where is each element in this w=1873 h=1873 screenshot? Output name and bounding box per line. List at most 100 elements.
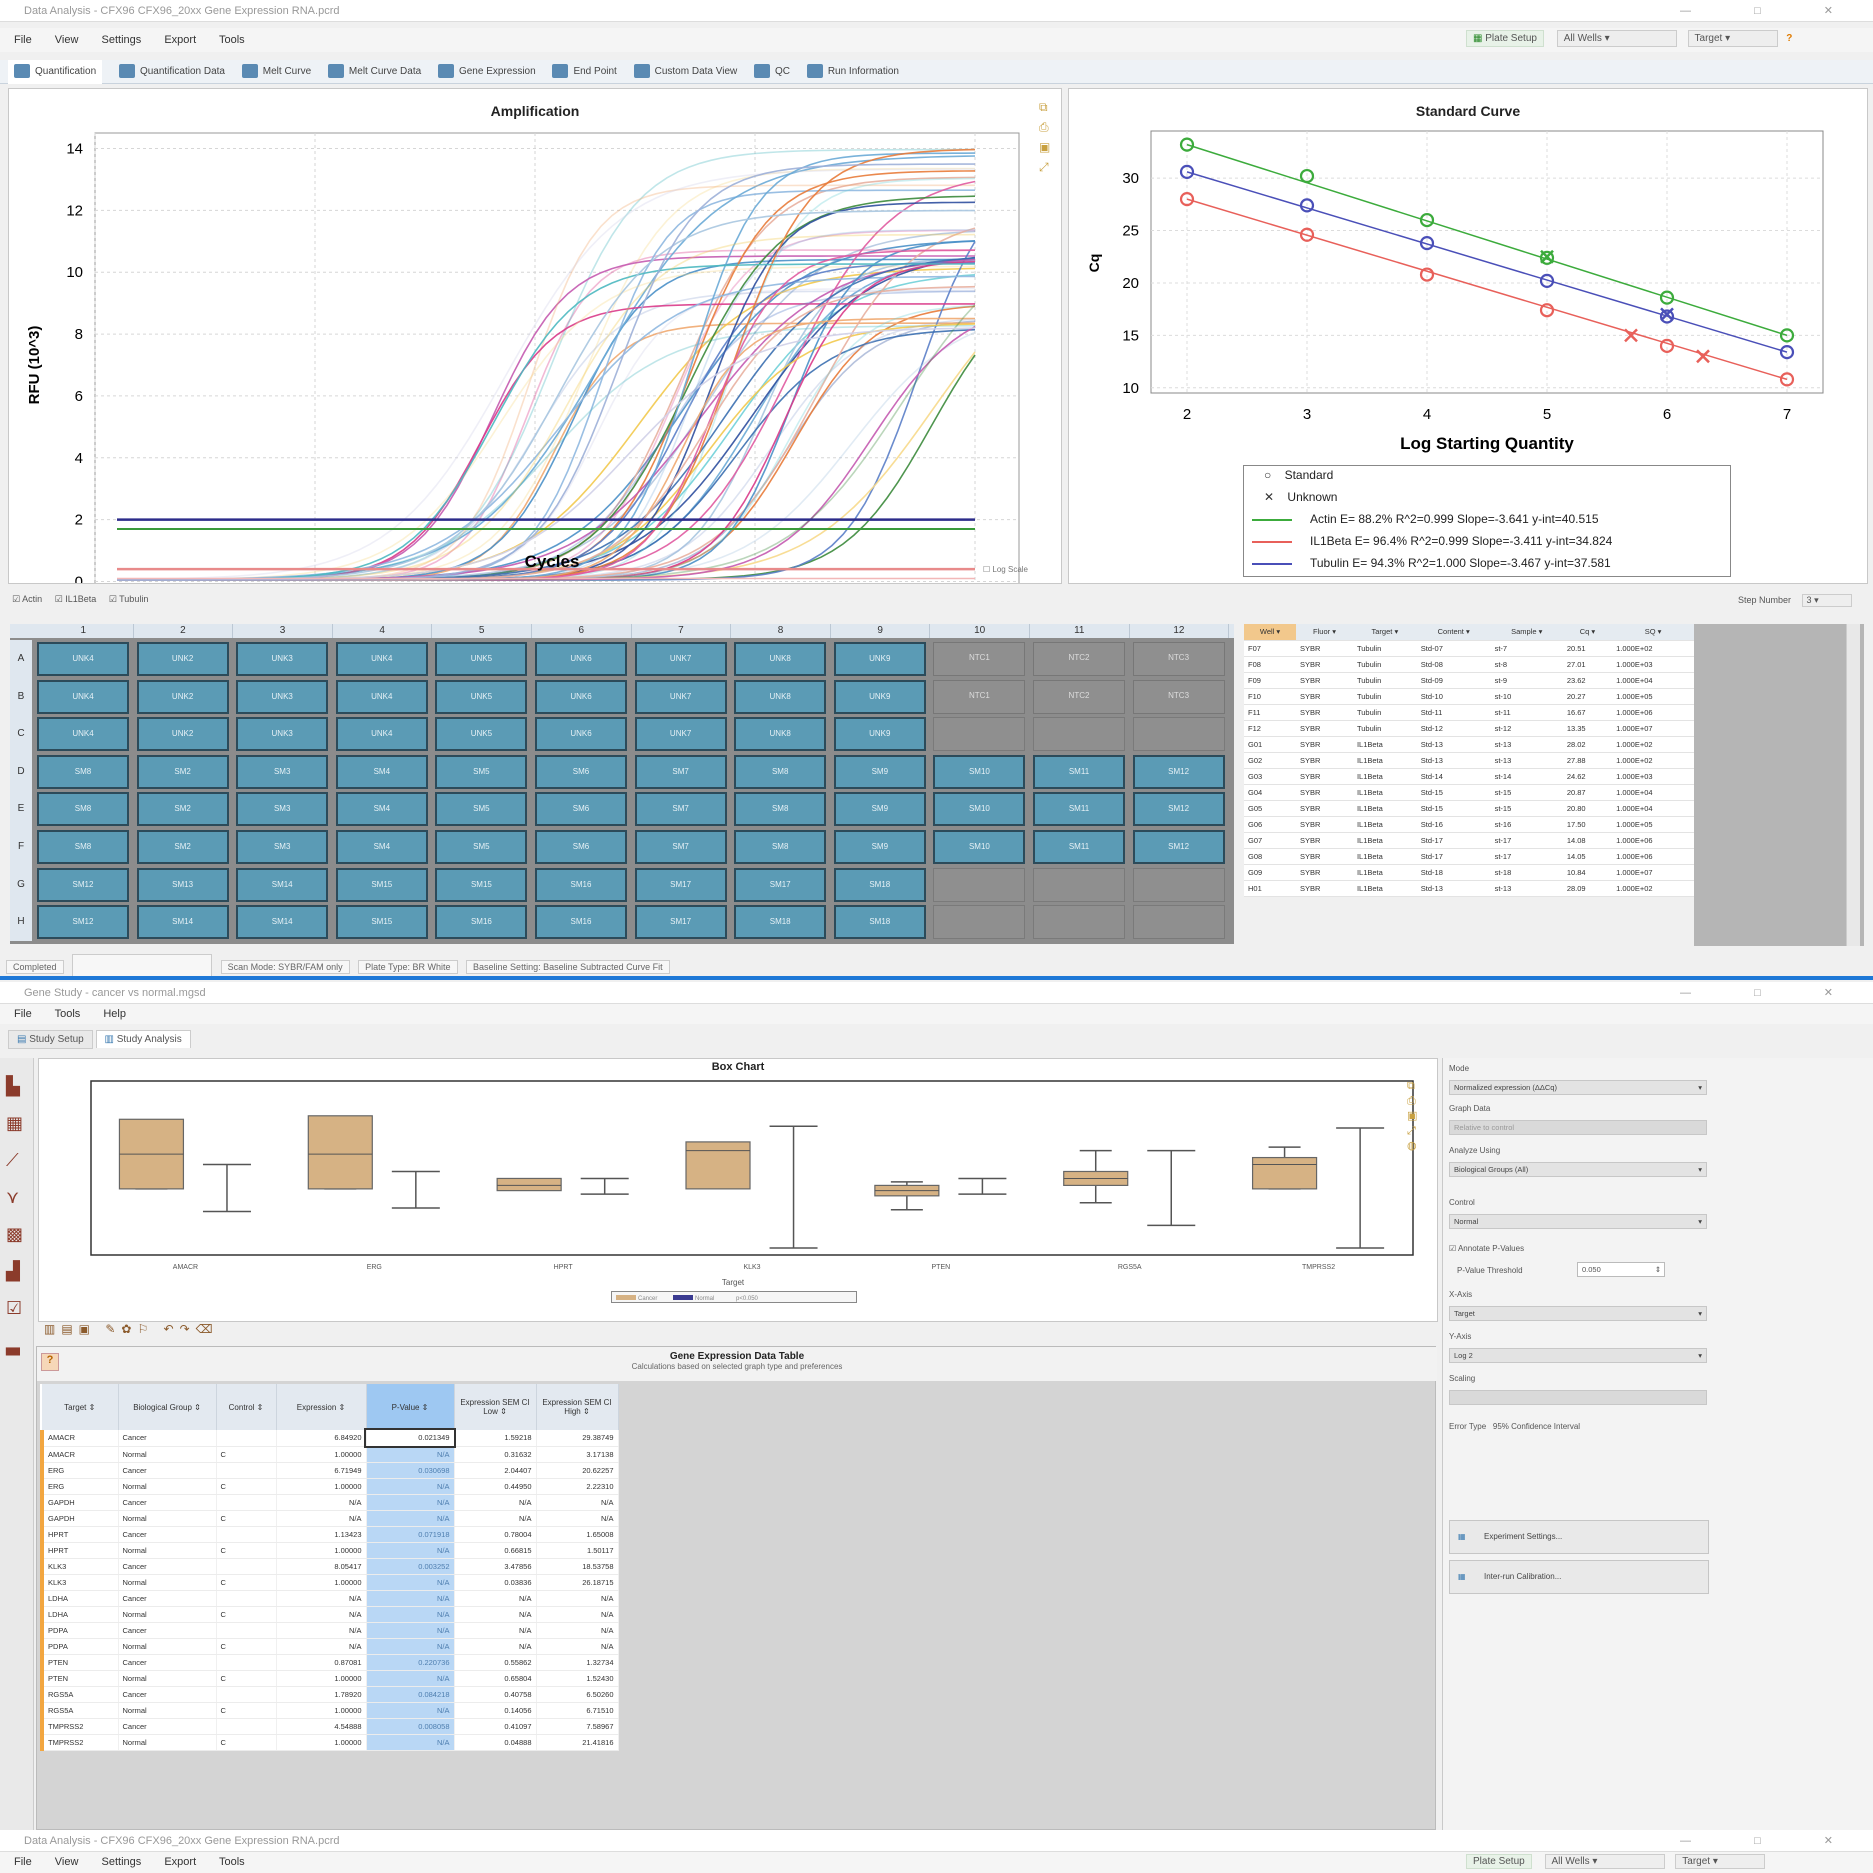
- results-row[interactable]: F08 SYBR Tubulin Std-08 st-8 27.01 1.000E+03: [1244, 656, 1694, 673]
- checkbox-actin[interactable]: ☑ Actin: [12, 594, 42, 604]
- results-row[interactable]: F09 SYBR Tubulin Std-09 st-9 23.62 1.000E+04: [1244, 672, 1694, 689]
- results-col-header[interactable]: Content ▾: [1416, 624, 1491, 641]
- checkbox-il1beta[interactable]: ☑ IL1Beta: [55, 594, 97, 604]
- plate-well[interactable]: UNK2: [136, 679, 229, 714]
- box-color-icon[interactable]: ◍: [1407, 1139, 1417, 1154]
- gene-row[interactable]: KLK3 Normal C 1.00000 N/A 0.03836 26.18715: [40, 1574, 619, 1591]
- gene-row[interactable]: TMPRSS2 Cancer 4.54888 0.008058 0.41097 7.589…: [40, 1718, 619, 1735]
- plate-well[interactable]: SM2: [136, 792, 229, 827]
- results-row[interactable]: G01 SYBR IL1Beta Std-13 st-13 28.02 1.000E+02: [1244, 736, 1694, 753]
- plate-well[interactable]: SM15: [335, 905, 428, 940]
- tab-gene-expression[interactable]: Gene Expression: [437, 60, 536, 84]
- plate-well[interactable]: [1132, 867, 1225, 902]
- gene-row[interactable]: PDPA Normal C N/A N/A N/A N/A: [40, 1638, 619, 1655]
- plate-row-B[interactable]: B: [10, 677, 32, 716]
- results-col-header[interactable]: Well ▾: [1244, 624, 1297, 641]
- plate-setup-button[interactable]: ▦ Plate Setup: [1466, 30, 1544, 47]
- plate-well[interactable]: SM5: [435, 830, 528, 864]
- plate-row-F[interactable]: F: [10, 828, 32, 866]
- plate-well[interactable]: UNK7: [634, 717, 727, 752]
- plate-row-E[interactable]: E: [10, 790, 32, 828]
- results-row[interactable]: G04 SYBR IL1Beta Std-15 st-15 20.87 1.000E+04: [1244, 784, 1694, 801]
- gene-row[interactable]: ERG Cancer 6.71949 0.030698 2.04407 20.62257: [40, 1462, 619, 1479]
- results-col-header[interactable]: Cq ▾: [1562, 624, 1613, 641]
- tab-end-point[interactable]: End Point: [552, 60, 617, 84]
- tab-melt-curve-data[interactable]: Melt Curve Data: [327, 60, 421, 84]
- plate-well[interactable]: SM5: [435, 792, 528, 827]
- results-row[interactable]: G05 SYBR IL1Beta Std-15 st-15 20.80 1.000E+04: [1244, 800, 1694, 817]
- table-help-icon[interactable]: ?: [41, 1353, 59, 1371]
- window-controls[interactable]: — □ ✕: [1680, 0, 1863, 22]
- plate-well[interactable]: SM10: [933, 792, 1026, 827]
- plate-well[interactable]: SM11: [1033, 792, 1125, 827]
- menu-file[interactable]: File: [14, 34, 32, 46]
- log-scale-checkbox[interactable]: ☐ Log Scale: [983, 565, 1028, 574]
- results-row[interactable]: H01 SYBR IL1Beta Std-13 st-13 28.09 1.000E+02: [1244, 880, 1694, 897]
- box-toolbar-icons[interactable]: ▥▤▣ ✎✿⚐ ↶↷⌫: [44, 1322, 219, 1336]
- plate-well[interactable]: UNK4: [335, 642, 428, 676]
- plate-well[interactable]: UNK5: [435, 642, 528, 676]
- gene-row[interactable]: PTEN Cancer 0.87081 0.220736 0.55862 1.32734: [40, 1654, 619, 1671]
- menu-settings[interactable]: Settings: [102, 34, 142, 46]
- plate-well[interactable]: UNK9: [833, 642, 926, 676]
- plate-well[interactable]: SM12: [1132, 830, 1225, 864]
- plate-col-7[interactable]: 7: [631, 624, 732, 638]
- plate-well[interactable]: SM6: [535, 792, 627, 827]
- bottom-menu-tools[interactable]: Tools: [219, 1856, 245, 1868]
- tab-study-analysis[interactable]: ▥ Study Analysis: [95, 1030, 191, 1048]
- plate-col-8[interactable]: 8: [731, 624, 831, 638]
- plate-well[interactable]: UNK9: [833, 717, 926, 752]
- print-icon[interactable]: ⎙: [1039, 117, 1050, 137]
- scaling-select[interactable]: [1449, 1390, 1707, 1405]
- plate-well[interactable]: SM15: [435, 867, 528, 902]
- plate-well[interactable]: SM4: [335, 754, 428, 789]
- plate-col-1[interactable]: 1: [34, 624, 134, 638]
- plate-well[interactable]: SM3: [236, 754, 329, 789]
- results-icon[interactable]: ☑: [6, 1290, 33, 1327]
- plate-col-12[interactable]: 12: [1129, 624, 1230, 638]
- plate-well[interactable]: SM16: [435, 905, 528, 940]
- box-zoom-icon[interactable]: ⤢: [1407, 1124, 1417, 1139]
- plate-well[interactable]: UNK8: [734, 717, 827, 752]
- plate-well[interactable]: UNK4: [37, 679, 129, 714]
- tab-melt-curve[interactable]: Melt Curve: [241, 60, 311, 84]
- plate-well[interactable]: NTC1: [933, 642, 1026, 676]
- plate-well[interactable]: [933, 867, 1026, 902]
- bar-chart-icon[interactable]: ▙: [6, 1068, 33, 1105]
- pvalue-threshold-input[interactable]: 0.050 ⇕: [1577, 1262, 1665, 1277]
- bottom-menu-file[interactable]: File: [14, 1856, 32, 1868]
- plate-well[interactable]: SM7: [634, 792, 727, 827]
- study-window-controls[interactable]: — □ ✕: [1680, 982, 1863, 1004]
- results-row[interactable]: F07 SYBR Tubulin Std-07 st-7 20.51 1.000E+02: [1244, 640, 1694, 657]
- gene-row[interactable]: AMACR Cancer 6.84920 0.021349 1.59218 29.3874…: [40, 1428, 619, 1448]
- y-axis-select[interactable]: Log 2 ▾: [1449, 1348, 1707, 1363]
- results-scrollbar[interactable]: [1846, 624, 1860, 946]
- plate-row-G[interactable]: G: [10, 865, 32, 904]
- plate-well[interactable]: NTC2: [1033, 679, 1125, 714]
- gene-col-header[interactable]: Biological Group ⇕: [118, 1384, 217, 1430]
- plate-well[interactable]: SM8: [734, 830, 827, 864]
- plate-well[interactable]: SM7: [634, 754, 727, 789]
- target-select[interactable]: Target ▾: [1687, 30, 1778, 47]
- clustergram-icon[interactable]: ▦: [6, 1105, 33, 1142]
- plate-well[interactable]: [933, 905, 1026, 940]
- plate-well[interactable]: UNK2: [136, 717, 229, 752]
- plate-well[interactable]: UNK5: [435, 679, 528, 714]
- plate-row-D[interactable]: D: [10, 752, 32, 791]
- inter-run-calibration-button[interactable]: ▦ Inter-run Calibration...: [1449, 1560, 1709, 1594]
- box-save-icon[interactable]: ▣: [1407, 1109, 1417, 1124]
- plate-well[interactable]: [1033, 867, 1125, 902]
- plate-well[interactable]: SM17: [634, 905, 727, 940]
- gene-row[interactable]: KLK3 Cancer 8.05417 0.003252 3.47856 18.53758: [40, 1558, 619, 1575]
- study-menu-tools[interactable]: Tools: [55, 1008, 81, 1020]
- box-copy-icon[interactable]: ⧉: [1407, 1079, 1417, 1094]
- gene-row[interactable]: GAPDH Cancer N/A N/A N/A N/A: [40, 1494, 619, 1511]
- step-number-select[interactable]: 3 ▾: [1801, 594, 1852, 607]
- plate-well[interactable]: SM2: [136, 754, 229, 789]
- plate-well[interactable]: SM6: [535, 830, 627, 864]
- gene-row[interactable]: LDHA Cancer N/A N/A N/A N/A: [40, 1590, 619, 1607]
- plate-well[interactable]: UNK2: [136, 642, 229, 676]
- well-group-select[interactable]: All Wells ▾: [1556, 30, 1677, 47]
- plate-col-6[interactable]: 6: [532, 624, 632, 638]
- graph-data-select[interactable]: Relative to control: [1449, 1120, 1707, 1135]
